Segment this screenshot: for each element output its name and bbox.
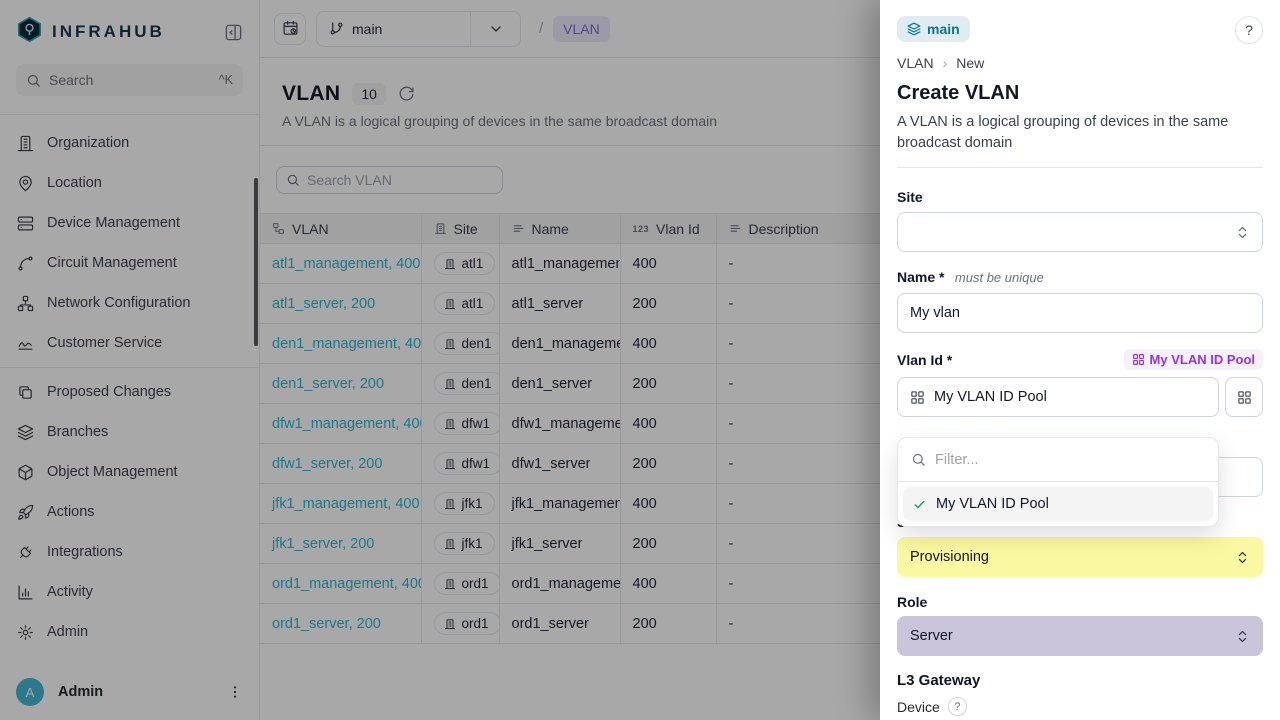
drawer-breadcrumb: VLAN › New	[897, 55, 1263, 71]
device-label: Device	[897, 699, 940, 715]
dropdown-filter-input[interactable]	[935, 452, 1205, 468]
pool-dropdown: My VLAN ID Pool	[897, 437, 1219, 527]
grid-icon	[910, 390, 925, 405]
l3-gateway-heading: L3 Gateway	[897, 672, 1263, 689]
layers-icon	[907, 22, 921, 36]
pool-picker-button[interactable]	[1225, 377, 1263, 417]
role-label: Role	[897, 594, 1263, 610]
branch-badge: main	[897, 16, 970, 42]
app-root: INFRAHUB Search ^K Organization Location…	[0, 0, 1280, 720]
vlan-id-input[interactable]: My VLAN ID Pool	[897, 377, 1219, 417]
name-label: Name *	[897, 269, 944, 285]
breadcrumb-current: New	[956, 55, 984, 71]
grid-icon	[1237, 390, 1252, 405]
dropdown-filter[interactable]	[898, 438, 1218, 482]
name-hint: must be unique	[955, 270, 1044, 285]
site-select[interactable]	[897, 212, 1263, 252]
create-vlan-form: Site Name * must be unique Vlan Id * My …	[880, 189, 1280, 720]
help-button[interactable]: ?	[1235, 16, 1263, 44]
drawer-description: A VLAN is a logical grouping of devices …	[897, 112, 1253, 153]
site-label: Site	[897, 189, 1263, 205]
grid-icon	[1132, 353, 1145, 366]
pool-badge[interactable]: My VLAN ID Pool	[1124, 349, 1263, 370]
role-select[interactable]: Server	[897, 616, 1263, 656]
drawer-header: main ? VLAN › New Create VLAN A VLAN is …	[880, 0, 1280, 168]
search-icon	[911, 452, 926, 467]
drawer-title: Create VLAN	[897, 82, 1263, 105]
drawer-divider	[897, 167, 1263, 168]
breadcrumb-root[interactable]: VLAN	[897, 55, 934, 71]
name-input[interactable]	[910, 305, 1250, 321]
chevron-right-icon: ›	[943, 55, 948, 71]
status-select[interactable]: Provisioning	[897, 537, 1263, 577]
vlan-id-label: Vlan Id *	[897, 352, 952, 368]
create-vlan-drawer: main ? VLAN › New Create VLAN A VLAN is …	[880, 0, 1280, 720]
chevrons-up-down-icon	[1235, 550, 1250, 565]
check-icon	[912, 497, 927, 512]
chevrons-up-down-icon	[1235, 629, 1250, 644]
status-value: Provisioning	[910, 549, 989, 565]
chevrons-up-down-icon	[1235, 225, 1250, 240]
vlan-id-value: My VLAN ID Pool	[934, 389, 1047, 405]
dropdown-option-selected[interactable]: My VLAN ID Pool	[903, 487, 1213, 521]
dropdown-option-label: My VLAN ID Pool	[936, 496, 1049, 512]
device-help-badge[interactable]: ?	[948, 697, 967, 716]
role-value: Server	[910, 628, 953, 644]
